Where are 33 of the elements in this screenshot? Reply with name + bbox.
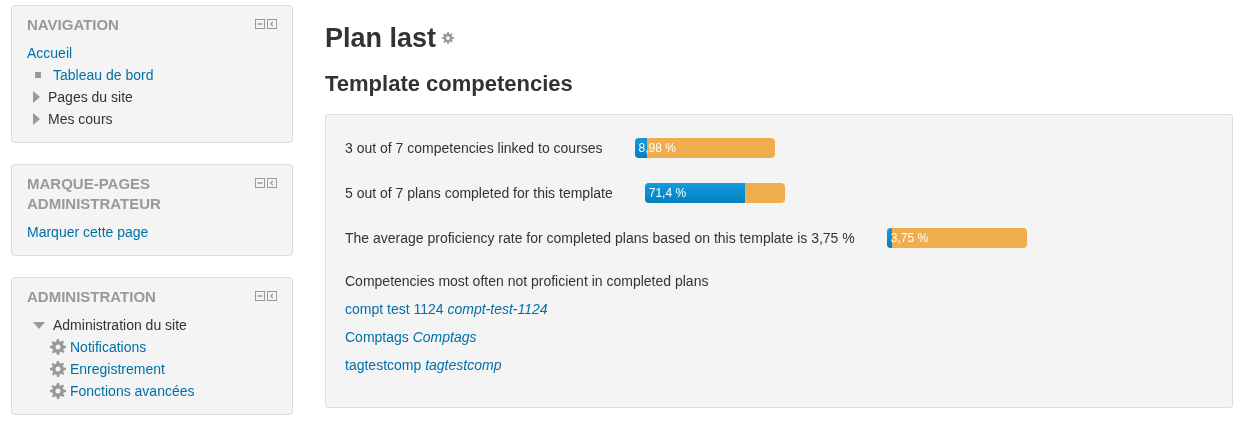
nav-branch[interactable]: Administration du site (53, 314, 187, 336)
block-title: ADMINISTRATION (27, 287, 156, 307)
gear-icon (50, 361, 66, 377)
list-heading: Competencies most often not proficient in completed plans (345, 273, 710, 289)
gear-icon (50, 383, 66, 399)
dock-icon[interactable] (267, 19, 277, 29)
competency-link[interactable]: tagtestcomp tagtestcomp (345, 357, 502, 373)
nav-branch[interactable]: Mes cours (48, 108, 113, 130)
nav-link[interactable]: Accueil (27, 42, 73, 64)
dock-icon[interactable] (267, 291, 277, 301)
minimize-icon[interactable] (255, 178, 265, 188)
dock-icon[interactable] (267, 178, 277, 188)
stat-text: 5 out of 7 plans completed for this template (345, 184, 613, 201)
progress-reading: 71,4 % (648, 184, 687, 202)
competency-link[interactable]: Comptags Comptags (345, 329, 477, 345)
block-title: NAVIGATION (27, 15, 119, 35)
block-title: MARQUE-PAGES ADMINISTRATEUR (27, 174, 162, 214)
minimize-icon[interactable] (255, 291, 265, 301)
page-title: Plan last (325, 22, 437, 55)
nav-link[interactable]: Notifications (70, 336, 147, 358)
section-heading: Template competencies (325, 70, 574, 98)
stat-text: The average proficiency rate for completed plans based on this template is 3,75 % (345, 229, 855, 246)
gear-icon (442, 32, 455, 44)
stat-text: 3 out of 7 competencies linked to courses (345, 139, 603, 156)
nav-link[interactable]: Enregistrement (70, 358, 165, 380)
nav-link[interactable]: Fonctions avancées (70, 380, 195, 402)
nav-link[interactable]: Tableau de bord (53, 64, 154, 86)
bullet-icon (35, 72, 41, 78)
nav-link[interactable]: Marquer cette page (27, 221, 149, 243)
competency-link[interactable]: compt test 1124 compt-test-1124 (345, 301, 548, 317)
minimize-icon[interactable] (255, 19, 265, 29)
nav-branch[interactable]: Pages du site (48, 86, 133, 108)
gear-icon (50, 339, 66, 355)
